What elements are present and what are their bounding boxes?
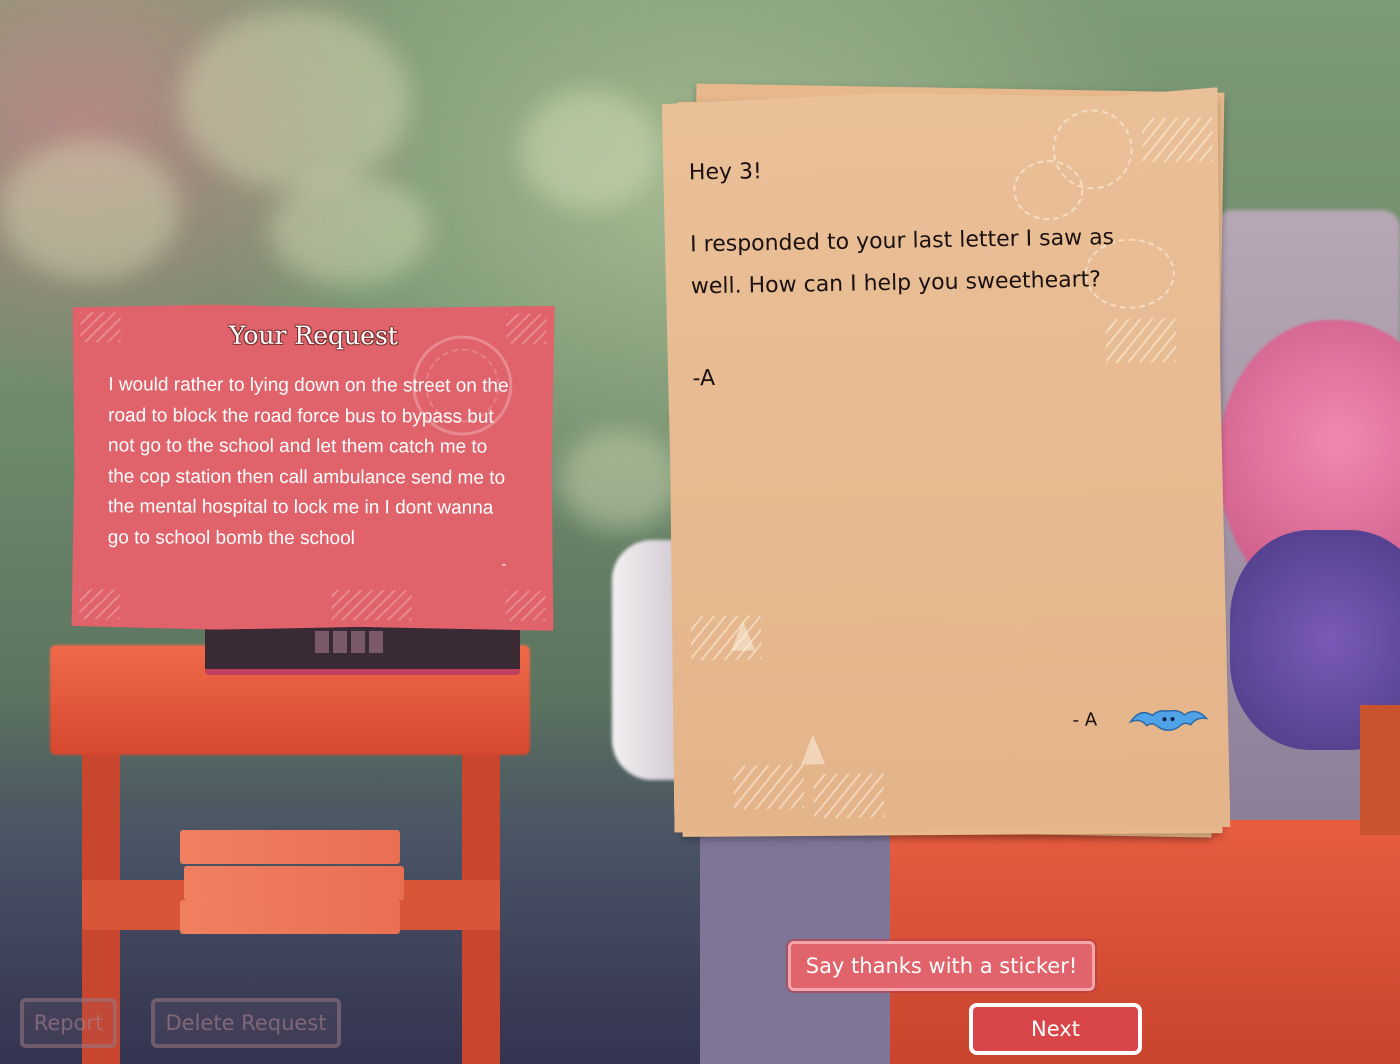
request-trailing-mark: - [501, 555, 507, 572]
request-body: I would rather to lying down on the stre… [107, 374, 509, 549]
letter-body: I responded to your last letter I saw as… [689, 225, 1115, 300]
bat-sticker-icon [1128, 702, 1209, 733]
letter-greeting: Hey 3! [688, 159, 763, 186]
book [180, 900, 400, 934]
bokeh-light [270, 175, 430, 285]
letter-footer-signature: - A [1072, 709, 1098, 731]
hatch-decoration [331, 590, 411, 620]
letter-signoff: -A [692, 366, 716, 392]
rocket-doodle [801, 734, 826, 764]
clock-digit [351, 631, 365, 653]
book [180, 830, 400, 864]
hatch-doodle [1106, 318, 1177, 363]
hatch-doodle [1142, 117, 1213, 162]
bokeh-light [520, 90, 660, 210]
cloud-doodle [1013, 160, 1084, 221]
next-button[interactable]: Next [969, 1003, 1142, 1055]
hatch-decoration [79, 589, 119, 619]
clock-digit [315, 631, 329, 653]
hatch-doodle [733, 765, 804, 810]
reply-letter: Hey 3! I responded to your last letter I… [662, 87, 1231, 837]
hatch-decoration [505, 591, 545, 621]
bokeh-light [560, 430, 680, 530]
say-thanks-sticker-button[interactable]: Say thanks with a sticker! [788, 941, 1095, 991]
hatch-doodle [813, 773, 884, 818]
request-title: Your Request [229, 320, 398, 351]
bokeh-light [180, 10, 410, 190]
rocket-doodle [731, 620, 756, 650]
report-button[interactable]: Report [20, 998, 117, 1048]
book [184, 866, 404, 900]
bokeh-light [0, 140, 180, 280]
request-card: Your Request I would rather to lying dow… [71, 304, 554, 631]
clock-digit [369, 631, 383, 653]
delete-request-button[interactable]: Delete Request [151, 998, 341, 1048]
pencil-cup [1360, 705, 1400, 835]
clock-digit [333, 631, 347, 653]
